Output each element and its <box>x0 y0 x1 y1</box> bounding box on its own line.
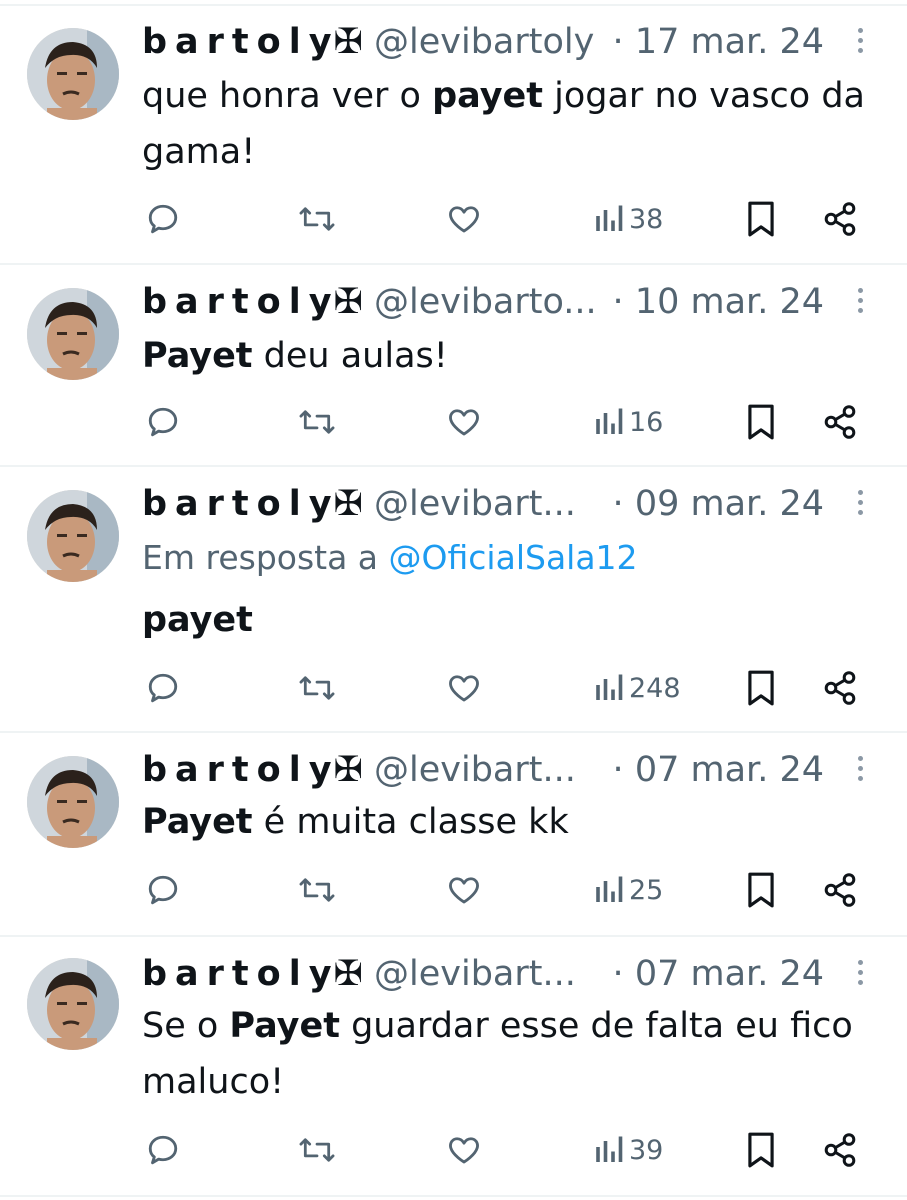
tweet[interactable]: bartoly✠ @levibarto... · 10 mar. 24 Paye… <box>0 264 907 464</box>
divider <box>0 1195 907 1197</box>
avatar[interactable] <box>27 756 119 848</box>
user-handle[interactable]: @levibart... <box>374 484 576 524</box>
tweet[interactable]: bartoly✠ @levibart... · 07 mar. 24 Payet… <box>0 732 907 934</box>
tweet-text-line: Se o Payet guardar esse de falta eu fico <box>142 1006 853 1046</box>
reply-icon[interactable] <box>145 868 181 912</box>
tweet-actions: 248 <box>0 666 907 710</box>
more-icon[interactable] <box>850 960 870 994</box>
views-icon[interactable]: 248 <box>595 666 681 710</box>
tweet-date[interactable]: 07 mar. 24 <box>635 954 824 994</box>
tweet-header: bartoly✠ @levibarto... · 10 mar. 24 <box>142 282 824 322</box>
tweet-actions: 16 <box>0 400 907 444</box>
retweet-icon[interactable] <box>298 666 336 710</box>
like-icon[interactable] <box>445 197 483 241</box>
reply-icon[interactable] <box>145 197 181 241</box>
display-name[interactable]: bartoly <box>142 282 340 322</box>
tweet-text-line: gama! <box>142 132 256 172</box>
reply-prefix: Em resposta a <box>142 538 389 577</box>
timeline-feed: bartoly✠ @levibartoly · 17 mar. 24 que h… <box>0 0 907 1200</box>
views-icon[interactable]: 38 <box>595 197 663 241</box>
share-icon[interactable] <box>822 400 858 444</box>
cross-of-vasco-glyph: ✠ <box>333 282 363 322</box>
tweet-text-line: que honra ver o payet jogar no vasco da <box>142 76 866 116</box>
user-handle[interactable]: @levibart... <box>374 954 576 994</box>
views-count: 16 <box>629 406 664 438</box>
retweet-icon[interactable] <box>298 1128 336 1172</box>
more-icon[interactable] <box>850 288 870 322</box>
views-icon[interactable]: 39 <box>595 1128 663 1172</box>
tweet-text: Payet deu aulas! <box>142 328 892 384</box>
tweet-date[interactable]: 07 mar. 24 <box>635 750 824 790</box>
reply-context: Em resposta a @OficialSala12 <box>142 534 638 582</box>
tweet-text-line: Payet é muita classe kk <box>142 802 569 842</box>
like-icon[interactable] <box>445 666 483 710</box>
cross-of-vasco-glyph: ✠ <box>333 750 363 790</box>
more-icon[interactable] <box>850 28 870 62</box>
retweet-icon[interactable] <box>298 197 336 241</box>
tweet-text: Payet é muita classe kk <box>142 794 892 850</box>
bookmark-icon[interactable] <box>745 666 777 710</box>
user-handle[interactable]: @levibartoly <box>374 22 594 62</box>
tweet-text-line: payet <box>142 600 253 640</box>
tweet-header: bartoly✠ @levibart... · 07 mar. 24 <box>142 954 824 994</box>
tweet-text: payet <box>142 592 892 648</box>
bookmark-icon[interactable] <box>745 868 777 912</box>
share-icon[interactable] <box>822 666 858 710</box>
more-icon[interactable] <box>850 490 870 524</box>
display-name[interactable]: bartoly <box>142 750 340 790</box>
tweet-date[interactable]: 10 mar. 24 <box>635 282 824 322</box>
bookmark-icon[interactable] <box>745 400 777 444</box>
tweet-header: bartoly✠ @levibart... · 09 mar. 24 <box>142 484 824 524</box>
avatar[interactable] <box>27 288 119 380</box>
user-handle[interactable]: @levibarto... <box>374 282 597 322</box>
reply-icon[interactable] <box>145 400 181 444</box>
like-icon[interactable] <box>445 1128 483 1172</box>
views-icon[interactable]: 16 <box>595 400 663 444</box>
avatar[interactable] <box>27 490 119 582</box>
cross-of-vasco-glyph: ✠ <box>333 22 363 62</box>
views-count: 25 <box>629 874 664 906</box>
tweet-header: bartoly✠ @levibart... · 07 mar. 24 <box>142 750 824 790</box>
reply-icon[interactable] <box>145 1128 181 1172</box>
tweet-actions: 25 <box>0 868 907 912</box>
avatar[interactable] <box>27 958 119 1050</box>
retweet-icon[interactable] <box>298 868 336 912</box>
display-name[interactable]: bartoly <box>142 484 340 524</box>
tweet-text-line: maluco! <box>142 1062 285 1102</box>
tweet-date[interactable]: 09 mar. 24 <box>635 484 824 524</box>
reply-icon[interactable] <box>145 666 181 710</box>
display-name[interactable]: bartoly <box>142 22 340 62</box>
like-icon[interactable] <box>445 868 483 912</box>
views-count: 39 <box>629 1134 664 1166</box>
tweet-text: que honra ver o payet jogar no vasco da … <box>142 68 892 180</box>
cross-of-vasco-glyph: ✠ <box>333 954 363 994</box>
share-icon[interactable] <box>822 1128 858 1172</box>
tweet[interactable]: bartoly✠ @levibart... · 09 mar. 24 Em re… <box>0 466 907 730</box>
like-icon[interactable] <box>445 400 483 444</box>
share-icon[interactable] <box>822 868 858 912</box>
tweet[interactable]: bartoly✠ @levibartoly · 17 mar. 24 que h… <box>0 0 907 262</box>
retweet-icon[interactable] <box>298 400 336 444</box>
tweet-actions: 38 <box>0 197 907 241</box>
tweet-header: bartoly✠ @levibartoly · 17 mar. 24 <box>142 22 824 62</box>
reply-mention-link[interactable]: @OficialSala12 <box>389 538 638 577</box>
display-name[interactable]: bartoly <box>142 954 340 994</box>
bookmark-icon[interactable] <box>745 1128 777 1172</box>
cross-of-vasco-glyph: ✠ <box>333 484 363 524</box>
more-icon[interactable] <box>850 756 870 790</box>
tweet[interactable]: bartoly✠ @levibart... · 07 mar. 24 Se o … <box>0 936 907 1194</box>
share-icon[interactable] <box>822 197 858 241</box>
views-count: 38 <box>629 203 664 235</box>
tweet-date[interactable]: 17 mar. 24 <box>635 22 824 62</box>
tweet-actions: 39 <box>0 1128 907 1172</box>
tweet-text-line: Payet deu aulas! <box>142 336 448 376</box>
bookmark-icon[interactable] <box>745 197 777 241</box>
tweet-text: Se o Payet guardar esse de falta eu fico… <box>142 998 892 1110</box>
views-icon[interactable]: 25 <box>595 868 663 912</box>
views-count: 248 <box>629 672 681 704</box>
avatar[interactable] <box>27 28 119 120</box>
user-handle[interactable]: @levibart... <box>374 750 576 790</box>
